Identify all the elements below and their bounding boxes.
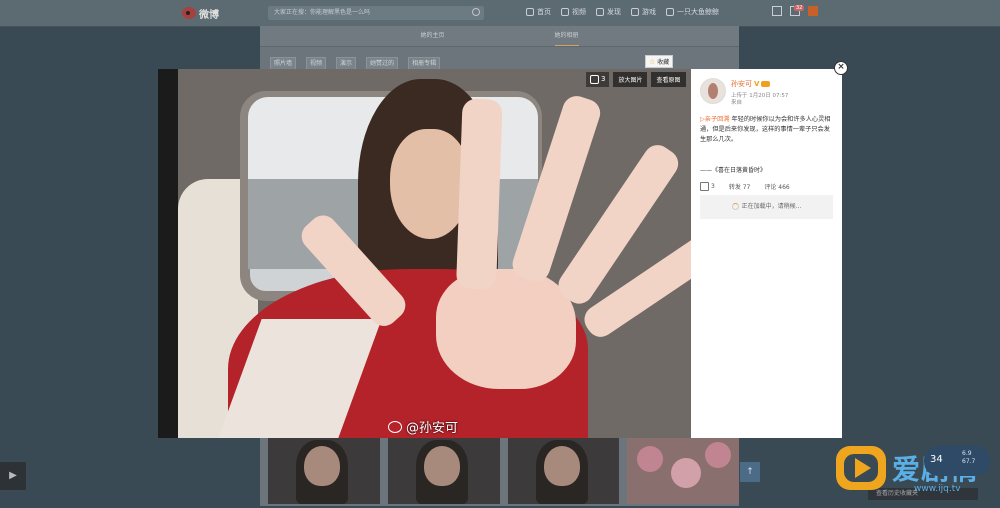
top-navigation-bar: 微博 大家正在搜：你能理解黑色是一么吗 首页 视频 发现 游戏 一只大鱼鲸鲸 3… (0, 0, 1000, 27)
thumbnail-face (543, 446, 580, 486)
photo-thumbnail[interactable] (268, 438, 380, 504)
hand-palm (436, 269, 576, 389)
post-source: 来自 (731, 100, 743, 106)
post-stats: 3 转发 77 评论 466 (700, 182, 790, 191)
search-input[interactable]: 大家正在搜：你能理解黑色是一么吗 (268, 6, 484, 20)
photo-viewer: @孙安可 (158, 69, 691, 438)
logo-text: 微博 (199, 9, 219, 21)
avatar[interactable] (700, 78, 726, 104)
photo-toolbar: 3 放大图片 查看原图 (586, 69, 689, 89)
credit-text: @孙安可 (406, 421, 459, 436)
like-icon (700, 182, 709, 191)
search-placeholder: 大家正在搜：你能理解黑色是一么吗 (274, 9, 371, 16)
vip-crown-icon (761, 81, 771, 87)
main-nav: 首页 视频 发现 游戏 一只大鱼鲸鲸 (526, 7, 719, 17)
finger (456, 98, 503, 290)
nav-label: 游戏 (642, 8, 656, 16)
verified-v-icon: V (754, 80, 760, 88)
loading-spinner-icon (731, 203, 739, 210)
nav-game[interactable]: 游戏 (631, 7, 656, 17)
nav-video[interactable]: 视频 (561, 7, 586, 17)
play-logo-icon (855, 458, 871, 478)
photo-thumbnail[interactable] (507, 438, 620, 504)
loading-text: 正在加载中，请稍候... (741, 203, 802, 210)
tab-homepage[interactable]: 她的主页 (420, 26, 444, 46)
flower-shape (671, 458, 702, 488)
home-icon (526, 8, 534, 16)
photo-thumbnail[interactable] (627, 438, 739, 504)
post-meta: 上传于 1月20日 07:57 来自 (731, 93, 788, 107)
watermark-url: www.ijq.tv (914, 484, 961, 494)
photo-thumbnail[interactable] (387, 438, 500, 504)
photo-thumbnail-grid (260, 438, 739, 508)
nav-label: 一只大鱼鲸鲸 (677, 8, 719, 16)
weibo-logo[interactable]: 微博 (182, 6, 226, 21)
flower-shape (637, 446, 664, 472)
post-sidebar: 孙安可 V 上传于 1月20日 07:57 来自 ▷亲子回溯 年轻的时候你以为会… (691, 69, 842, 438)
comment-button[interactable]: 评论 466 (764, 182, 789, 191)
close-viewer-button[interactable]: × (834, 61, 848, 75)
nav-home[interactable]: 首页 (526, 7, 551, 17)
thumbnail-face (423, 446, 460, 486)
weibo-credit-icon (388, 420, 402, 433)
topic-tag[interactable]: ▷亲子回溯 (700, 116, 730, 123)
photo-like-button[interactable]: 3 (586, 71, 610, 87)
message-icon[interactable] (772, 6, 782, 16)
thumb-up-icon (590, 74, 599, 84)
thumbnail-face (304, 446, 340, 486)
photo-credit: @孙安可 (388, 417, 458, 436)
author-name[interactable]: 孙安可 V (731, 79, 771, 89)
user-icon (666, 8, 674, 16)
nav-user[interactable]: 一只大鱼鲸鲸 (666, 7, 719, 17)
collect-button[interactable]: ☆ 收藏 (645, 55, 674, 68)
upload-time: 上传于 1月20日 07:57 (731, 93, 789, 99)
back-to-top-icon[interactable]: ↑ (740, 462, 760, 482)
nav-label: 发现 (607, 8, 621, 16)
repost-button[interactable]: 转发 77 (729, 182, 751, 191)
author-name-text: 孙安可 (731, 80, 752, 88)
star-icon: ☆ (649, 57, 656, 66)
search-icon[interactable] (472, 8, 480, 16)
main-photo[interactable] (178, 69, 691, 438)
nav-discover[interactable]: 发现 (596, 7, 621, 17)
weibo-eye-icon (182, 7, 196, 19)
publish-icon[interactable] (808, 6, 818, 16)
post-quote: ——《喜在日落黄昏时》 (700, 167, 767, 174)
profile-tabs: 她的主页 她的相册 (260, 26, 739, 47)
nav-label: 首页 (537, 8, 551, 16)
network-speed-widget: 34 6.9 67.7 (924, 446, 990, 476)
speed-percent: 34 (930, 454, 943, 465)
flower-shape (705, 442, 732, 468)
post-text: ▷亲子回溯 年轻的时候你以为会和许多人心灵相通，但是后来你发现，这样的事情一辈子… (700, 115, 836, 145)
zoom-image-button[interactable]: 放大图片 (613, 71, 648, 87)
photo-like-count: 3 (601, 75, 606, 83)
play-arrow-icon[interactable]: ▶ (0, 462, 26, 490)
like-button[interactable]: 3 (700, 182, 715, 191)
download-rate: 67.7 (962, 458, 976, 465)
collect-label: 收藏 (657, 59, 670, 66)
comments-loading: 正在加载中，请稍候... (700, 195, 833, 219)
speed-rates: 6.9 67.7 (962, 450, 975, 466)
game-icon (631, 8, 639, 16)
nav-label: 视频 (572, 8, 586, 16)
message-badge: 32 (794, 5, 805, 11)
upload-rate: 6.9 (962, 450, 972, 457)
tab-album[interactable]: 她的相册 (554, 26, 579, 46)
like-count: 3 (711, 183, 715, 190)
discover-icon (596, 8, 604, 16)
video-icon (561, 8, 569, 16)
view-original-button[interactable]: 查看原图 (651, 71, 686, 87)
